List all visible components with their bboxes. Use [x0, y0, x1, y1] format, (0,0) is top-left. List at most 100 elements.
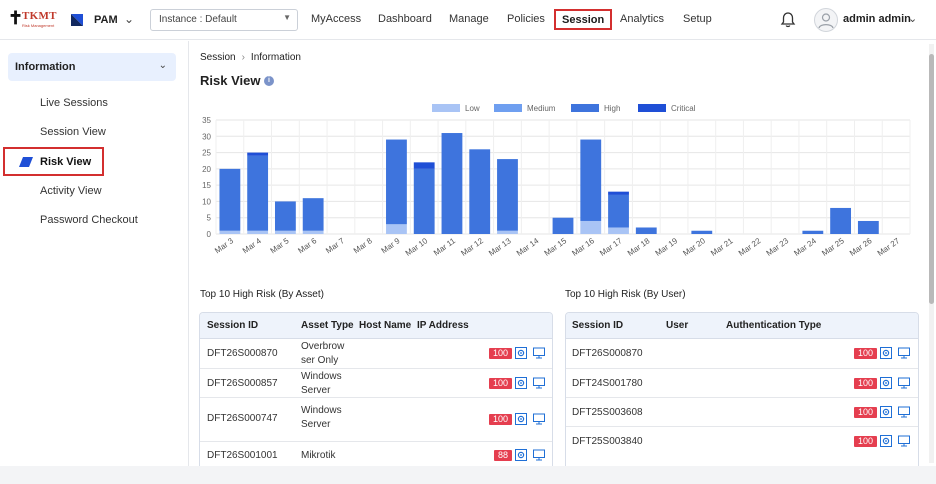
- bar-segment: [608, 194, 629, 228]
- bar-segment: [441, 133, 463, 234]
- x-tick-label: Mar 20: [681, 236, 707, 258]
- x-tick-label: Mar 7: [324, 236, 346, 255]
- x-tick-label: Mar 23: [765, 236, 791, 258]
- sidebar: Information ⌄ Live Sessions Session View…: [0, 41, 189, 466]
- sidebar-item-session-view[interactable]: Session View: [40, 126, 106, 138]
- bar-segment: [857, 220, 879, 234]
- x-tick-label: Mar 4: [241, 236, 263, 255]
- x-tick-label: Mar 14: [515, 236, 541, 258]
- asset-type-cell: Overbrow ser Only: [301, 341, 345, 366]
- risk-score-badge: 100: [489, 378, 512, 389]
- monitor-icon[interactable]: [898, 406, 910, 418]
- x-tick-label: Mar 18: [626, 236, 652, 258]
- gear-icon[interactable]: [880, 406, 892, 418]
- sidebar-item-password-checkout[interactable]: Password Checkout: [40, 214, 138, 226]
- x-tick-label: Mar 24: [792, 236, 818, 258]
- legend-label: Medium: [527, 104, 556, 113]
- gear-icon[interactable]: [515, 347, 527, 359]
- tkmt-logo[interactable]: ✝ TKMT Risk Management: [8, 8, 60, 32]
- session-id-cell: DFT26S001001: [207, 450, 278, 461]
- bar-segment: [802, 230, 824, 234]
- sidebar-item-live-sessions[interactable]: Live Sessions: [40, 97, 108, 109]
- column-header-session-id: Session ID: [207, 320, 259, 331]
- user-icon: [818, 13, 834, 29]
- risk-score-badge: 88: [494, 450, 512, 461]
- nav-policies[interactable]: Policies: [507, 13, 545, 25]
- bar-segment: [497, 159, 518, 231]
- legend-swatch: [494, 104, 522, 112]
- table-header: Session ID Asset Type Host Name IP Addre…: [200, 313, 552, 339]
- asset-risk-table: Session ID Asset Type Host Name IP Addre…: [199, 312, 553, 466]
- risk-score-badge: 100: [854, 378, 877, 389]
- session-id-cell: DFT25S003840: [572, 436, 643, 447]
- instance-select[interactable]: Instance : Default ▼: [150, 9, 298, 31]
- y-tick-label: 30: [202, 132, 211, 141]
- y-tick-label: 10: [202, 197, 211, 206]
- vertical-scrollbar[interactable]: [929, 44, 934, 463]
- table-row: DFT26S000870 100: [566, 339, 918, 369]
- user-name[interactable]: admin admin: [843, 13, 911, 25]
- table-row: DFT24S001780 100: [566, 369, 918, 398]
- asset-table-title: Top 10 High Risk (By Asset): [200, 289, 324, 300]
- x-tick-label: Mar 16: [570, 236, 596, 258]
- bar-segment: [691, 230, 713, 234]
- monitor-icon[interactable]: [533, 413, 545, 425]
- x-tick-label: Mar 19: [654, 236, 680, 258]
- legend-label: Critical: [671, 104, 696, 113]
- x-tick-label: Mar 12: [459, 236, 485, 258]
- caret-down-icon: ▼: [283, 13, 291, 22]
- monitor-icon[interactable]: [898, 435, 910, 447]
- nav-manage[interactable]: Manage: [449, 13, 489, 25]
- session-id-cell: DFT26S000857: [207, 378, 278, 389]
- asset-type-cell: Mikrotik: [301, 450, 336, 461]
- bar-segment: [302, 230, 324, 234]
- y-tick-label: 25: [202, 149, 211, 158]
- x-tick-label: Mar 10: [404, 236, 430, 258]
- x-tick-label: Mar 6: [296, 236, 318, 255]
- chevron-down-icon: ⌄: [158, 60, 167, 71]
- monitor-icon[interactable]: [533, 449, 545, 461]
- nav-dashboard[interactable]: Dashboard: [378, 13, 432, 25]
- gear-icon[interactable]: [880, 435, 892, 447]
- sidebar-item-risk-view[interactable]: Risk View: [3, 147, 104, 176]
- monitor-icon[interactable]: [898, 347, 910, 359]
- avatar[interactable]: [814, 8, 838, 32]
- breadcrumb-session[interactable]: Session: [200, 52, 236, 63]
- info-icon[interactable]: i: [264, 76, 274, 86]
- table-row: DFT25S003608 100: [566, 398, 918, 427]
- main-content: Session › Information Risk View i Low Mediu…: [190, 41, 926, 466]
- table-row: DFT26S000857 Windows Server 100: [200, 369, 552, 398]
- bar-segment: [608, 191, 629, 195]
- bar-segment: [247, 152, 269, 156]
- scrollbar-thumb[interactable]: [929, 54, 934, 304]
- gear-icon[interactable]: [880, 377, 892, 389]
- gear-icon[interactable]: [515, 449, 527, 461]
- sidebar-section-information[interactable]: Information ⌄: [8, 53, 176, 81]
- x-tick-label: Mar 9: [380, 236, 402, 255]
- sidebar-item-activity-view[interactable]: Activity View: [40, 185, 102, 197]
- x-tick-label: Mar 22: [737, 236, 763, 258]
- user-table-title: Top 10 High Risk (By User): [565, 289, 686, 300]
- gear-icon[interactable]: [515, 413, 527, 425]
- nav-analytics[interactable]: Analytics: [620, 13, 664, 25]
- nav-session[interactable]: Session: [554, 9, 613, 30]
- asset-type-cell: Windows Server: [301, 405, 342, 430]
- gear-icon[interactable]: [515, 377, 527, 389]
- monitor-icon[interactable]: [533, 377, 545, 389]
- bell-icon[interactable]: [780, 11, 796, 29]
- bar-segment: [302, 198, 324, 231]
- nav-myaccess[interactable]: MyAccess: [311, 13, 361, 25]
- monitor-icon[interactable]: [533, 347, 545, 359]
- nav-setup[interactable]: Setup: [683, 13, 712, 25]
- bar-segment: [830, 207, 852, 234]
- bar-segment: [469, 149, 491, 234]
- monitor-icon[interactable]: [898, 377, 910, 389]
- legend-label: High: [604, 104, 620, 113]
- bar-segment: [274, 230, 296, 234]
- chevron-down-icon[interactable]: ⌄: [908, 12, 917, 25]
- bar-segment: [386, 139, 407, 225]
- gear-icon[interactable]: [880, 347, 892, 359]
- session-id-cell: DFT25S003608: [572, 407, 643, 418]
- session-id-cell: DFT24S001780: [572, 378, 643, 389]
- pam-flag-icon: [71, 14, 83, 26]
